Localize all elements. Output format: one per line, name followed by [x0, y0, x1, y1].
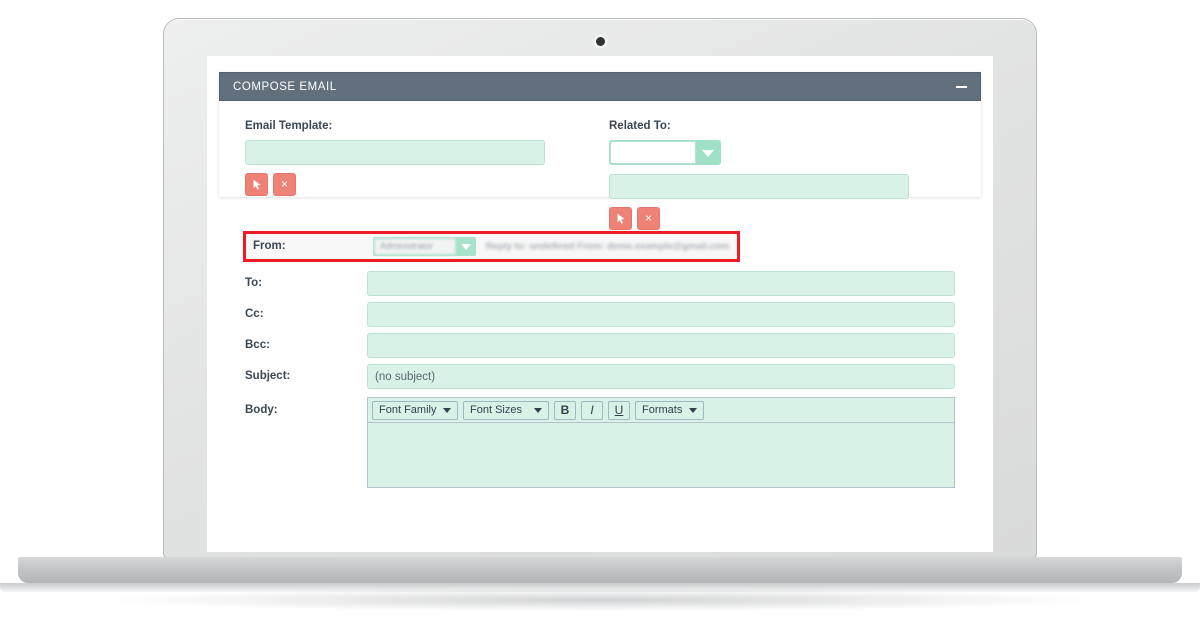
cc-label: Cc:: [245, 307, 264, 320]
email-template-buttons: ×: [245, 172, 545, 196]
related-to-label: Related To:: [609, 120, 671, 132]
to-row: To:: [245, 271, 955, 296]
font-size-label: Font Sizes: [470, 404, 522, 416]
body-editor-canvas[interactable]: [368, 423, 954, 487]
font-family-dropdown[interactable]: Font Family: [372, 400, 458, 420]
formats-dropdown[interactable]: Formats: [635, 400, 705, 420]
webcam-dot-icon: [596, 37, 605, 46]
minimize-icon: [955, 85, 967, 88]
laptop-base: [18, 557, 1182, 583]
font-family-label: Font Family: [379, 404, 437, 416]
subject-input[interactable]: [367, 364, 955, 389]
body-row: Body: Font Family Font Sizes B I U Forma…: [245, 397, 955, 488]
related-to-select-button[interactable]: [609, 206, 632, 230]
underline-button[interactable]: U: [608, 400, 630, 420]
cc-input[interactable]: [367, 302, 955, 327]
from-select[interactable]: Administrator: [373, 237, 476, 256]
laptop-mockup: COMPOSE EMAIL Email Template: × Related …: [0, 0, 1200, 630]
related-to-clear-button[interactable]: ×: [637, 206, 660, 230]
italic-button[interactable]: I: [581, 400, 603, 420]
bold-icon: B: [560, 403, 570, 417]
related-to-select-value: [610, 140, 696, 164]
from-reply-note: Reply to: undefined From: demo.example@g…: [486, 241, 730, 252]
subject-row: Subject:: [245, 364, 955, 389]
editor-toolbar: Font Family Font Sizes B I U Formats: [368, 398, 954, 423]
chevron-down-icon: [702, 149, 714, 157]
cc-row: Cc:: [245, 302, 955, 327]
chevron-down-icon: [534, 407, 542, 413]
laptop-shadow: [110, 589, 1090, 611]
font-size-dropdown[interactable]: Font Sizes: [463, 400, 549, 420]
from-row-highlighted: From: Administrator Reply to: undefined …: [243, 231, 740, 262]
body-label: Body:: [245, 404, 278, 416]
to-input[interactable]: [367, 271, 955, 296]
email-template-block: Email Template: ×: [245, 120, 545, 196]
email-template-clear-button[interactable]: ×: [273, 172, 296, 196]
bcc-input[interactable]: [367, 333, 955, 358]
top-fields-row: Email Template: × Related To: ×: [219, 120, 981, 230]
bcc-row: Bcc:: [245, 333, 955, 358]
close-icon: ×: [280, 177, 288, 191]
related-to-input[interactable]: [609, 173, 909, 199]
page-title: COMPOSE EMAIL: [233, 80, 337, 93]
to-label: To:: [245, 276, 263, 289]
bcc-label: Bcc:: [245, 338, 270, 351]
compose-email-panel: COMPOSE EMAIL Email Template: × Related …: [219, 72, 981, 488]
email-template-select-button[interactable]: [245, 172, 268, 196]
chevron-down-icon: [461, 244, 471, 250]
from-label: From:: [253, 239, 286, 252]
close-icon: ×: [644, 211, 652, 225]
related-to-block: Related To: ×: [609, 120, 909, 230]
cursor-arrow-icon: [253, 179, 261, 190]
chevron-down-icon: [689, 407, 698, 413]
underline-icon: U: [614, 403, 624, 417]
related-to-select[interactable]: [609, 139, 721, 165]
email-template-input[interactable]: [245, 139, 545, 165]
rich-text-editor: Font Family Font Sizes B I U Formats: [367, 397, 955, 488]
italic-icon: I: [590, 403, 594, 417]
formats-label: Formats: [642, 404, 683, 416]
related-to-buttons: ×: [609, 206, 909, 230]
panel-header: COMPOSE EMAIL: [219, 72, 981, 101]
minimize-button[interactable]: [954, 80, 968, 94]
laptop-screen: COMPOSE EMAIL Email Template: × Related …: [207, 56, 993, 552]
recipient-rows: To: Cc: Bcc: Subject: (no subject) Body:…: [245, 271, 955, 488]
subject-label: Subject:: [245, 369, 291, 382]
from-select-value: Administrator: [374, 238, 456, 255]
bold-button[interactable]: B: [554, 400, 576, 420]
chevron-down-icon: [443, 407, 452, 413]
email-template-label: Email Template:: [245, 120, 333, 132]
cursor-arrow-icon: [617, 213, 625, 224]
panel-body: Email Template: × Related To: × From: Ad…: [219, 101, 981, 488]
